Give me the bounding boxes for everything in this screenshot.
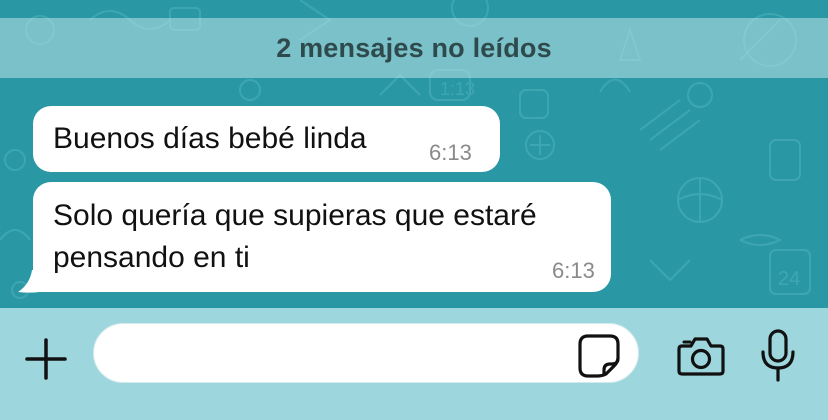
composer-bar [0,308,828,420]
chat-screen: 1:13 24 2 mensajes no leídos Buenos días… [0,0,828,420]
message-text: Solo quería que supieras que estaré pens… [53,199,537,274]
svg-text:1:13: 1:13 [440,79,475,99]
message-timestamp: 6:13 [429,140,472,165]
incoming-message-bubble[interactable]: Solo quería que supieras que estaré pens… [33,182,611,292]
message-input[interactable] [93,323,639,383]
unread-messages-label: 2 mensajes no leídos [276,32,552,63]
message-timestamp: 6:13 [552,258,595,283]
plus-icon[interactable] [22,335,70,383]
incoming-message-bubble[interactable]: Buenos días bebé linda 6:13 [33,106,500,172]
unread-messages-banner: 2 mensajes no leídos [0,18,828,78]
sticker-icon[interactable] [576,332,622,378]
camera-icon[interactable] [676,332,726,378]
message-text: Buenos días bebé linda [53,122,367,155]
svg-text:24: 24 [778,268,800,290]
microphone-icon[interactable] [758,328,798,384]
